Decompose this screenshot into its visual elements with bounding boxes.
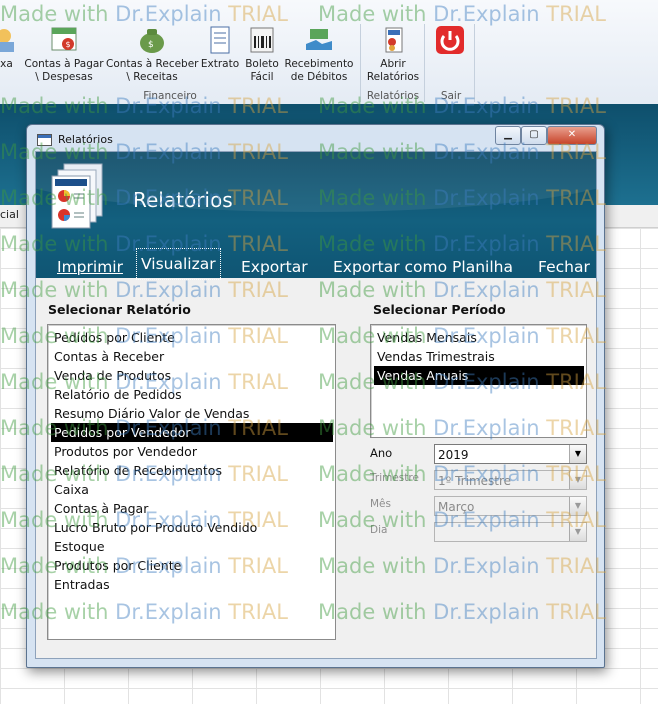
ribbon-group-separator (360, 24, 361, 102)
report-section-title: Selecionar Relatório (48, 302, 191, 317)
chevron-down-icon[interactable]: ▼ (569, 445, 586, 463)
chevron-down-icon[interactable]: ▼ (569, 523, 586, 541)
menu-fechar[interactable]: Fechar (534, 256, 594, 278)
period-section-title: Selecionar Período (373, 302, 506, 317)
period-listbox[interactable]: Vendas Mensais Vendas Trimestrais Vendas… (370, 324, 587, 438)
ribbon-button-contas-pagar[interactable]: $ Contas à Pagar \ Despesas (24, 26, 104, 84)
close-button[interactable]: ✕ (547, 126, 597, 145)
ribbon-button-boleto-facil[interactable]: Boleto Fácil (242, 26, 282, 84)
ribbon-button-recebimento-debitos[interactable]: Recebimento de Débitos (284, 26, 354, 84)
ribbon-button-abrir-relatorios[interactable]: Abrir Relatórios (364, 26, 422, 84)
period-list-item[interactable]: Vendas Mensais (374, 328, 584, 347)
ribbon-group-financeiro-label: Financeiro (143, 90, 197, 102)
mes-select[interactable]: Março ▼ (434, 496, 587, 516)
report-list-item-selected[interactable]: Pedidos por Vendedor (51, 423, 333, 442)
report-list-item[interactable]: Lucro Bruto por Produto Vendido (51, 518, 333, 537)
statement-icon (210, 26, 230, 54)
menu-exportar-planilha[interactable]: Exportar como Planilha (329, 256, 517, 278)
ribbon-button-extrato[interactable]: Extrato (200, 26, 240, 71)
dia-label: Dia (370, 524, 388, 536)
trimestre-label: Trimestre (370, 472, 419, 484)
menu-imprimir-label: Imprimir (57, 258, 123, 276)
dialog-header-title: Relatórios (133, 188, 233, 212)
reports-dialog: Relatórios ▁ ▢ ✕ Relatórios Imprimir Vis… (26, 124, 605, 668)
window-icon (37, 134, 52, 146)
ribbon-button-sair[interactable] (432, 26, 468, 58)
svg-text:$: $ (66, 40, 71, 49)
dialog-titlebar[interactable]: Relatórios ▁ ▢ ✕ (27, 125, 604, 151)
report-list-item[interactable]: Pedidos por Cliente (51, 328, 333, 347)
period-list-item-selected[interactable]: Vendas Anuais (374, 366, 584, 385)
ribbon-button-contas-receber[interactable]: $ Contas à Receber \ Receitas (106, 26, 199, 84)
ano-label: Ano (370, 446, 393, 460)
handshake-money-icon (306, 29, 332, 50)
chevron-down-icon[interactable]: ▼ (569, 497, 586, 515)
chevron-down-icon[interactable]: ▼ (569, 471, 586, 489)
power-icon (436, 26, 464, 54)
trimestre-value: 1º Trimestre (438, 474, 512, 488)
dia-select[interactable]: ▼ (434, 522, 587, 542)
menu-visualizar[interactable]: Visualizar (136, 248, 221, 280)
bill-payment-icon: $ (51, 27, 77, 51)
ano-select[interactable]: 2019 ▼ (434, 444, 587, 464)
report-list-item[interactable]: Estoque (51, 537, 333, 556)
maximize-button[interactable]: ▢ (521, 126, 547, 145)
report-list-item[interactable]: Entradas (51, 575, 333, 594)
ribbon-button-caixa[interactable]: ixa (0, 26, 16, 71)
dialog-window-title: Relatórios (58, 133, 113, 146)
menu-visualizar-label: Visualizar (141, 255, 216, 273)
ribbon-group-separator (424, 24, 425, 102)
money-bag-icon: $ (140, 29, 164, 53)
minimize-button[interactable]: ▁ (495, 126, 521, 145)
menu-exportar[interactable]: Exportar (237, 256, 312, 278)
header-wave-decoration (36, 152, 596, 212)
report-list-item[interactable]: Resumo Diário Valor de Vendas (51, 404, 333, 423)
mes-label: Mês (370, 498, 391, 510)
menu-fechar-label: Fechar (538, 258, 590, 276)
report-list-item[interactable]: Produtos por Cliente (51, 556, 333, 575)
report-list-item[interactable]: Caixa (51, 480, 333, 499)
mes-value: Março (438, 500, 475, 514)
trimestre-select[interactable]: 1º Trimestre ▼ (434, 470, 587, 490)
ribbon: ixa $ Contas à Pagar \ Despesas $ Contas… (0, 0, 658, 105)
menu-exportar-planilha-label: Exportar como Planilha (333, 258, 513, 276)
ano-value: 2019 (438, 448, 469, 462)
background-tab[interactable]: cial (0, 208, 19, 221)
ribbon-group-sair-label: Sair (440, 90, 462, 102)
report-listbox[interactable]: Pedidos por Cliente Contas à Receber Ven… (47, 324, 336, 640)
reports-document-icon (51, 163, 103, 229)
svg-text:$: $ (148, 40, 154, 50)
ribbon-group-relatorios-label: Relatórios (366, 90, 420, 102)
ribbon-group-separator (474, 24, 475, 102)
report-icon (385, 27, 403, 53)
report-list-item[interactable]: Contas à Pagar (51, 499, 333, 518)
report-list-item[interactable]: Relatório de Pedidos (51, 385, 333, 404)
report-list-item[interactable]: Relatório de Recebimentos (51, 461, 333, 480)
cash-register-icon (0, 29, 14, 52)
report-list-item[interactable]: Venda de Produtos (51, 366, 333, 385)
dialog-content: Relatórios Imprimir Visualizar Exportar … (35, 151, 597, 659)
report-list-item[interactable]: Contas à Receber (51, 347, 333, 366)
menu-exportar-label: Exportar (241, 258, 308, 276)
barcode-icon (250, 27, 274, 53)
period-list-item[interactable]: Vendas Trimestrais (374, 347, 584, 366)
menu-imprimir[interactable]: Imprimir (53, 256, 127, 278)
report-list-item[interactable]: Produtos por Vendedor (51, 442, 333, 461)
